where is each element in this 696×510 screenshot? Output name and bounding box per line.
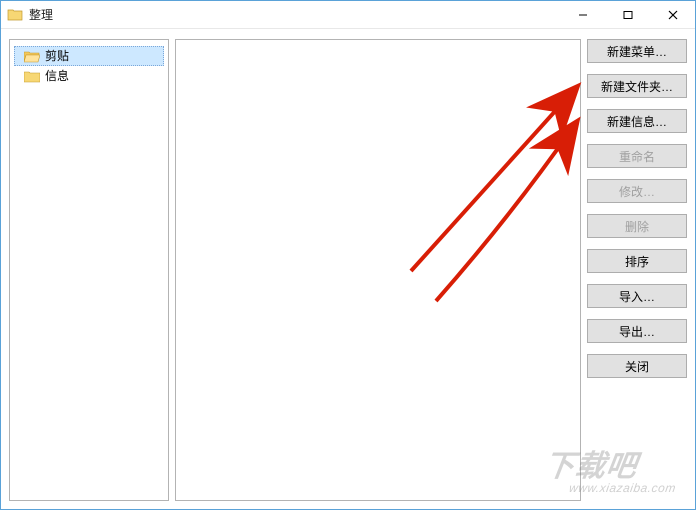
tree-item-clipboard[interactable]: 剪贴 xyxy=(14,46,164,66)
window-body: 剪贴 信息 新建菜单… 新建文件夹… 新建信息… 重命名 修改… 删除 排序 导… xyxy=(1,29,695,509)
sort-button[interactable]: 排序 xyxy=(587,249,687,273)
tree-item-info[interactable]: 信息 xyxy=(14,66,164,86)
tree-pane[interactable]: 剪贴 信息 xyxy=(9,39,169,501)
maximize-button[interactable] xyxy=(605,1,650,29)
tree-item-label: 信息 xyxy=(45,66,69,86)
window-title: 整理 xyxy=(29,6,53,23)
modify-button[interactable]: 修改… xyxy=(587,179,687,203)
export-button[interactable]: 导出… xyxy=(587,319,687,343)
rename-button[interactable]: 重命名 xyxy=(587,144,687,168)
close-button[interactable] xyxy=(650,1,695,29)
app-icon xyxy=(7,7,23,23)
button-column: 新建菜单… 新建文件夹… 新建信息… 重命名 修改… 删除 排序 导入… 导出…… xyxy=(587,39,687,501)
window-controls xyxy=(560,1,695,29)
tree-item-label: 剪贴 xyxy=(45,46,69,66)
detail-pane[interactable] xyxy=(175,39,581,501)
title-bar: 整理 xyxy=(1,1,695,29)
new-menu-button[interactable]: 新建菜单… xyxy=(587,39,687,63)
minimize-button[interactable] xyxy=(560,1,605,29)
import-button[interactable]: 导入… xyxy=(587,284,687,308)
close-dialog-button[interactable]: 关闭 xyxy=(587,354,687,378)
delete-button[interactable]: 删除 xyxy=(587,214,687,238)
app-window: 整理 剪贴 信息 xyxy=(0,0,696,510)
folder-open-icon xyxy=(24,50,40,63)
new-info-button[interactable]: 新建信息… xyxy=(587,109,687,133)
folder-icon xyxy=(24,70,40,83)
new-folder-button[interactable]: 新建文件夹… xyxy=(587,74,687,98)
